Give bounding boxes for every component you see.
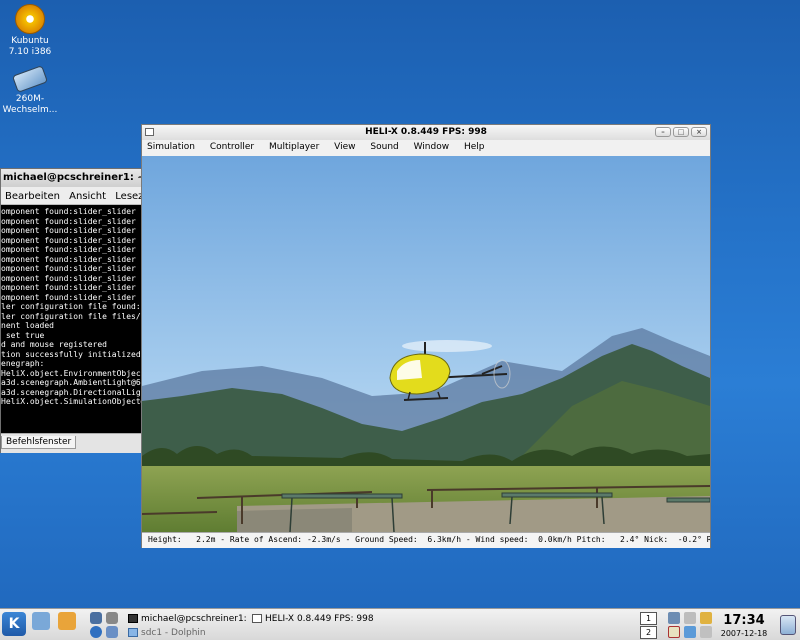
scene [142, 156, 710, 532]
desktop-icon-label: 260M-Wechselm... [2, 94, 58, 115]
browser-icon[interactable] [90, 626, 102, 638]
terminal-launcher-icon[interactable] [106, 612, 118, 624]
desktop-switch-2[interactable]: 2 [640, 626, 657, 639]
menu-item-bearbeiten[interactable]: Bearbeiten [5, 191, 60, 202]
terminal-line: set true [1, 330, 45, 340]
menu-window[interactable]: Window [414, 142, 450, 152]
terminal-line: HeliX.object.EnvironmentObject@dc [1, 368, 143, 378]
minimize-icon[interactable]: – [655, 127, 671, 137]
terminal-line: omponent found:slider_slider [1, 273, 136, 283]
maximize-icon[interactable]: □ [673, 127, 689, 137]
menu-view[interactable]: View [334, 142, 355, 152]
task-helix[interactable]: HELI-X 0.8.449 FPS: 998 [252, 612, 392, 626]
helix-menubar: Simulation Controller Multiplayer View S… [142, 140, 710, 156]
terminal-title: michael@pcschreiner1: ~/Helix - [3, 172, 143, 183]
simulation-viewport[interactable] [142, 156, 710, 532]
desktop-icon-usb[interactable]: 260M-Wechselm... [0, 62, 60, 116]
menu-item-lesezeichen[interactable]: Lesezeichen [115, 191, 143, 202]
terminal-line: omponent found:slider_slider [1, 292, 136, 302]
terminal-tabbar: Befehlsfenster [1, 433, 143, 453]
network-icon[interactable] [668, 612, 680, 624]
terminal-line: omponent found:slider_slider [1, 226, 136, 235]
gravel-pad [237, 508, 352, 532]
terminal-window[interactable]: michael@pcschreiner1: ~/Helix - Bearbeit… [0, 168, 144, 453]
system-settings-icon[interactable] [32, 612, 50, 630]
power-icon[interactable] [700, 626, 712, 638]
menu-sound[interactable]: Sound [370, 142, 398, 152]
date: 2007-12-18 [720, 629, 768, 638]
terminal-line: d and mouse registered [1, 340, 107, 349]
menu-help[interactable]: Help [464, 142, 485, 152]
menu-multiplayer[interactable]: Multiplayer [269, 142, 319, 152]
window-menu-icon[interactable] [145, 128, 154, 136]
volume-icon[interactable] [684, 612, 696, 624]
terminal-tab[interactable]: Befehlsfenster [1, 436, 77, 449]
terminal-line: enegraph: [1, 359, 45, 368]
task-dolphin[interactable]: sdc1 - Dolphin [128, 626, 250, 640]
terminal-line: omponent found:slider_slider [1, 216, 136, 226]
show-desktop-icon[interactable] [90, 612, 102, 624]
helix-titlebar[interactable]: HELI-X 0.8.449 FPS: 998 – □ × [142, 125, 710, 140]
terminal-line: ler configuration file files/cont [1, 311, 143, 321]
terminal-output[interactable]: omponent found:slider_slider omponent fou… [1, 205, 143, 433]
desktop-icon-label: Kubuntu 7.10 i386 [8, 36, 52, 57]
task-terminal[interactable]: michael@pcschreiner1: ~/... [128, 612, 250, 626]
terminal-line: tion successfully initialized [1, 349, 141, 359]
terminal-line: omponent found:slider_slider [1, 264, 136, 273]
terminal-line: nent loaded [1, 321, 54, 330]
helix-window[interactable]: HELI-X 0.8.449 FPS: 998 – □ × Simulation… [141, 124, 711, 548]
terminal-line: HeliX.object.SimulationObject@148 [1, 397, 143, 406]
rotor-disk [402, 340, 492, 352]
desktop-icon-cdrom[interactable]: Kubuntu 7.10 i386 [0, 4, 60, 58]
clipboard-icon[interactable] [700, 612, 712, 624]
terminal-icon [128, 614, 138, 623]
clock[interactable]: 17:34 [714, 613, 774, 628]
terminal-line: omponent found:slider_slider [1, 207, 136, 216]
usb-drive-icon [11, 65, 49, 93]
menu-controller[interactable]: Controller [210, 142, 254, 152]
dolphin-icon [128, 628, 138, 637]
terminal-line: omponent found:slider_slider [1, 283, 136, 292]
telemetry-statusbar: Height: 2.2m - Rate of Ascend: -2.3m/s -… [142, 532, 710, 548]
helix-title: HELI-X 0.8.449 FPS: 998 [365, 127, 487, 137]
home-folder-icon[interactable] [58, 612, 76, 630]
task-label: HELI-X 0.8.449 FPS: 998 [265, 614, 374, 624]
taskbar: K michael@pcschreiner1: ~/... HELI-X 0.8… [0, 608, 800, 640]
menu-simulation[interactable]: Simulation [147, 142, 195, 152]
terminal-line: omponent found:slider_slider [1, 245, 136, 254]
task-label: michael@pcschreiner1: ~/... [141, 614, 250, 624]
trash-icon[interactable] [780, 615, 796, 635]
terminal-line: a3d.scenegraph.AmbientLight@60b9 [1, 378, 143, 387]
cd-icon [15, 4, 45, 34]
desktop-switch-1[interactable]: 1 [640, 612, 657, 625]
menu-item-ansicht[interactable]: Ansicht [69, 191, 106, 202]
window-icon [252, 614, 262, 623]
update-notifier-icon[interactable] [668, 626, 680, 638]
close-icon[interactable]: × [691, 127, 707, 137]
terminal-menubar: Bearbeiten Ansicht Lesezeichen [1, 187, 143, 205]
terminal-line: omponent found:slider_slider [1, 254, 136, 264]
device-notifier-icon[interactable] [684, 626, 696, 638]
terminal-line: ler configuration file found: fil [1, 302, 141, 311]
terminal-line: a3d.scenegraph.DirectionalLight@ [1, 387, 143, 397]
file-manager-icon[interactable] [106, 626, 118, 638]
k-menu-button[interactable]: K [2, 612, 26, 636]
task-label: sdc1 - Dolphin [141, 628, 206, 638]
terminal-titlebar[interactable]: michael@pcschreiner1: ~/Helix - [1, 169, 143, 187]
terminal-line: omponent found:slider_slider [1, 235, 136, 245]
